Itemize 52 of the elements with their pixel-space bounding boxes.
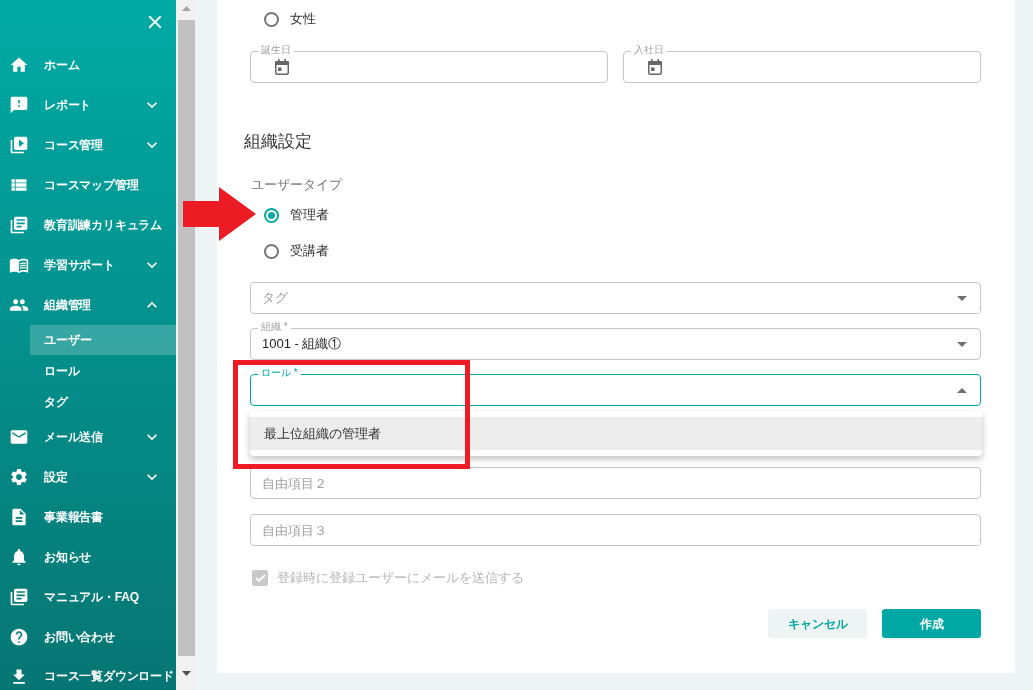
sidebar-item[interactable]: 組織管理 — [0, 285, 176, 325]
home-icon — [9, 55, 29, 75]
document-icon — [9, 507, 29, 527]
radio-button[interactable] — [264, 243, 279, 259]
document-stack-icon — [9, 587, 29, 607]
scroll-down-icon[interactable] — [181, 670, 191, 676]
sidebar-item[interactable]: レポート — [0, 85, 176, 125]
checkbox-label: 登録時に登録ユーザーにメールを送信する — [277, 569, 524, 587]
sidebar-subitem[interactable]: ロール — [30, 355, 176, 386]
mail-icon — [9, 427, 29, 447]
sidebar-item[interactable]: 学習サポート — [0, 245, 176, 285]
sidebar-subitem[interactable]: タグ — [30, 386, 176, 417]
scroll-up-icon[interactable] — [181, 6, 191, 11]
sidebar-item[interactable]: マニュアル・FAQ — [0, 577, 176, 617]
sidebar-item[interactable]: メール送信 — [0, 417, 176, 457]
field-label: 入社日 — [631, 44, 667, 56]
sidebar-item[interactable]: ホーム — [0, 45, 176, 85]
section-heading: 組織設定 — [244, 131, 313, 153]
group-label: ユーザータイプ — [251, 176, 344, 194]
select-field[interactable]: タグ — [250, 282, 981, 314]
field-label: 誕生日 — [258, 44, 294, 56]
menu-item[interactable]: 最上位組織の管理者 — [250, 417, 982, 450]
document-stack-icon — [9, 215, 29, 235]
speech-bubble-icon — [9, 95, 29, 115]
sidebar-item[interactable]: お問い合わせ — [0, 617, 176, 657]
radio-button[interactable] — [264, 11, 279, 27]
calendar-icon — [275, 59, 289, 75]
field-label: 組織 * — [258, 321, 291, 333]
radio-label: 受講者 — [290, 242, 329, 260]
scrollbar-thumb[interactable] — [177, 20, 195, 656]
radio-label: 女性 — [290, 10, 316, 28]
sidebar-item[interactable]: コース管理 — [0, 125, 176, 165]
sidebar-item[interactable]: コース一覧ダウンロード — [0, 657, 176, 690]
help-icon — [9, 627, 29, 647]
sidebar-subitem[interactable]: ユーザー — [30, 325, 176, 355]
create-button[interactable]: 作成 — [882, 609, 981, 638]
text-field[interactable]: 自由項目３ — [250, 514, 981, 546]
radio-button[interactable] — [264, 207, 279, 223]
sidebar-item[interactable]: お知らせ — [0, 537, 176, 577]
sidebar-item[interactable]: 事業報告書 — [0, 497, 176, 537]
text-field[interactable]: 自由項目２ — [250, 467, 981, 499]
sidebar-item[interactable]: 設定 — [0, 457, 176, 497]
sidebar-item[interactable]: コースマップ管理 — [0, 165, 176, 205]
video-library-icon — [9, 135, 29, 155]
settings-icon — [9, 467, 29, 487]
radio-label: 管理者 — [290, 206, 329, 224]
sidebar-item[interactable]: 教育訓練カリキュラム — [0, 205, 176, 245]
field-label: ロール * — [258, 367, 301, 379]
cancel-button[interactable]: キャンセル — [768, 609, 867, 638]
check-icon — [254, 574, 266, 582]
bell-icon — [9, 547, 29, 567]
calendar-icon — [648, 59, 662, 75]
